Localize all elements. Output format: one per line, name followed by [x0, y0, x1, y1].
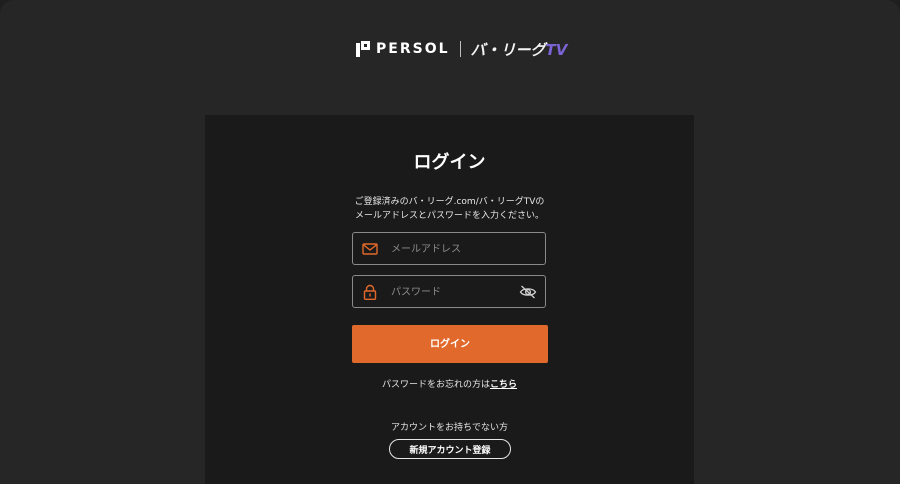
description-line-2: メールアドレスとパスワードを入力ください。 [354, 211, 544, 221]
header: PERSOL バ・リーグTV [0, 0, 900, 115]
vleague-tv-logo: バ・リーグTV [471, 39, 568, 60]
no-account-text: アカウントをお持ちでない方 [390, 423, 508, 433]
login-card: ログイン ご登録済みのバ・リーグ.com/バ・リーグTVの メールアドレスとパス… [205, 115, 694, 484]
mail-icon [362, 243, 378, 255]
eye-off-icon[interactable] [519, 284, 537, 300]
persol-logo-text: PERSOL [376, 41, 450, 57]
page-title: ログイン [413, 152, 486, 173]
email-input[interactable] [389, 233, 523, 266]
forgot-password-label: パスワードをお忘れの方は [381, 380, 490, 390]
page-frame: PERSOL バ・リーグTV ログイン ご登録済みのバ・リーグ.com/バ・リー… [0, 0, 900, 484]
login-description: ご登録済みのバ・リーグ.com/バ・リーグTVの メールアドレスとパスワードを入… [205, 195, 694, 223]
logo-divider [459, 41, 461, 57]
description-line-1: ご登録済みのバ・リーグ.com/バ・リーグTVの [354, 197, 545, 207]
password-field [352, 275, 546, 309]
forgot-password-text: パスワードをお忘れの方はこちら [205, 377, 694, 390]
persol-mark-icon [356, 41, 370, 57]
login-button[interactable]: ログイン [352, 325, 548, 363]
signup-button[interactable]: 新規アカウント登録 [389, 439, 511, 459]
vleague-logo-text: バ・リーグ [470, 40, 546, 59]
password-input[interactable] [389, 276, 523, 309]
brand-logo: PERSOL バ・リーグTV [356, 38, 567, 60]
tv-logo-text: TV [545, 40, 568, 59]
forgot-password-link[interactable]: こちら [490, 380, 517, 390]
email-field [352, 232, 546, 266]
lock-icon [363, 284, 377, 300]
